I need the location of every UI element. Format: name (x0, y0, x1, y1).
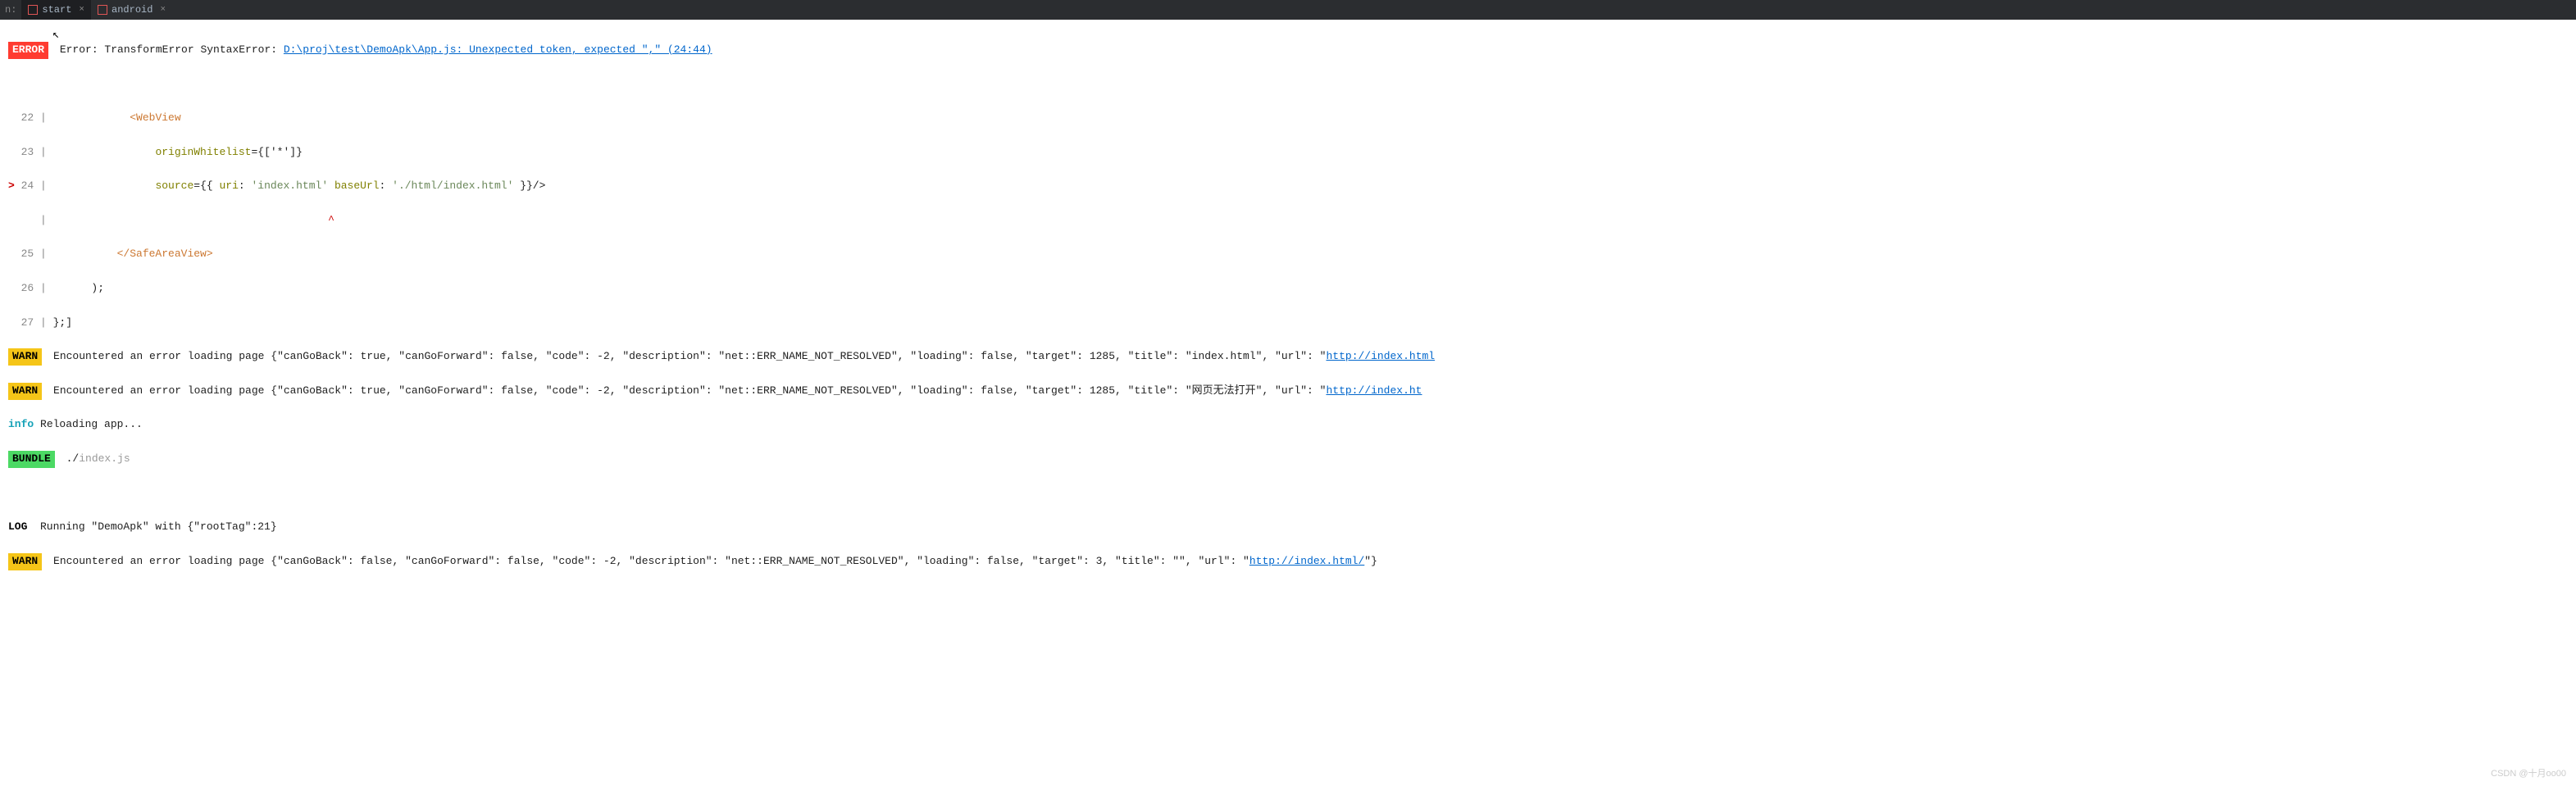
close-icon[interactable]: × (160, 5, 166, 15)
code-line-25: 25 | </SafeAreaView> (8, 246, 2568, 263)
bundle-line: BUNDLE ./index.js (8, 451, 2568, 468)
code-line-23: 23 | originWhitelist={['*']} (8, 144, 2568, 161)
watermark: CSDN @十月oo00 (2491, 766, 2566, 779)
warn-link[interactable]: http://index.ht (1326, 384, 1422, 397)
terminal-icon (98, 5, 107, 15)
bundle-text: ./ (60, 452, 79, 465)
info-line: info Reloading app... (8, 416, 2568, 434)
tab-bar-prefix: n: (0, 4, 21, 16)
bundle-file: index.js (79, 452, 130, 465)
warn-badge: WARN (8, 383, 42, 400)
warn-badge: WARN (8, 553, 42, 570)
tab-label: start (42, 4, 71, 16)
tab-bar: n: start × android × (0, 0, 2576, 20)
log-text: Running "DemoApk" with {"rootTag":21} (27, 520, 276, 533)
warn-line-3: WARN Encountered an error loading page {… (8, 553, 2568, 570)
code-line-26: 26 | ); (8, 280, 2568, 298)
code-line-27: 27 | };] (8, 315, 2568, 332)
info-badge: info (8, 418, 34, 430)
tab-start[interactable]: start × (21, 0, 91, 20)
code-line-22: 22 | <WebView (8, 110, 2568, 127)
tab-label: android (112, 4, 152, 16)
warn-text: Encountered an error loading page {"canG… (47, 555, 1249, 567)
bundle-badge: BUNDLE (8, 451, 55, 468)
code-line-24: > 24 | source={{ uri: 'index.html' baseU… (8, 178, 2568, 195)
error-link[interactable]: D:\proj\test\DemoApk\App.js: Unexpected … (284, 43, 712, 56)
warn-text: Encountered an error loading page {"canG… (47, 350, 1326, 362)
caret-line: | ^ (8, 212, 2568, 229)
warn-badge: WARN (8, 348, 42, 366)
info-text: Reloading app... (34, 418, 143, 430)
tab-android[interactable]: android × (91, 0, 172, 20)
warn-line-1: WARN Encountered an error loading page {… (8, 348, 2568, 366)
error-text: Error: TransformError SyntaxError: (53, 43, 284, 56)
warn-text: Encountered an error loading page {"canG… (47, 384, 1326, 397)
close-icon[interactable]: × (79, 5, 84, 15)
terminal-output[interactable]: ERROR Error: TransformError SyntaxError:… (0, 20, 2576, 592)
error-badge: ERROR (8, 42, 48, 59)
warn-link[interactable]: http://index.html/ (1249, 555, 1364, 567)
terminal-icon (28, 5, 38, 15)
error-line: ERROR Error: TransformError SyntaxError:… (8, 42, 2568, 59)
warn-link[interactable]: http://index.html (1326, 350, 1435, 362)
log-line: LOG Running "DemoApk" with {"rootTag":21… (8, 519, 2568, 536)
log-badge: LOG (8, 520, 27, 533)
warn-line-2: WARN Encountered an error loading page {… (8, 383, 2568, 400)
